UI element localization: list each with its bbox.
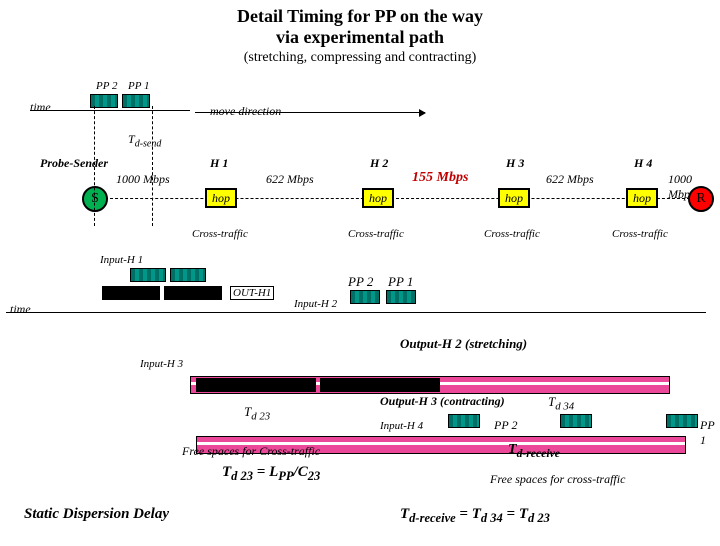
hop-h4: hop [626,188,658,208]
vguide-s2 [152,106,153,226]
pp1-mid: PP 1 [388,274,413,290]
free-spaces-1: Free spaces for Cross-traffic [182,444,320,459]
link1-label: 1000 Mbps [116,172,170,187]
output-h3-label: Output-H 3 (contracting) [380,394,505,409]
outh3-pp2 [196,378,316,392]
static-dispersion-delay: Static Dispersion Delay [24,506,169,523]
outh3-pp1 [320,378,440,392]
hop-h1: hop [205,188,237,208]
free-spaces-2: Free spaces for cross-traffic [490,472,625,487]
pp2-label-top: PP 2 [96,80,118,92]
input-h3-label: Input-H 3 [140,358,183,370]
h2-label: H 2 [370,156,388,171]
hop-h2: hop [362,188,394,208]
vguide-s [94,106,95,226]
h3-label: H 3 [506,156,524,171]
output-h2-label: Output-H 2 (stretching) [400,336,527,352]
pp2-mid: PP 2 [348,274,373,290]
cross-traffic-2: Cross-traffic [348,228,404,240]
inh2-pp1 [386,290,416,304]
cross-traffic-3: Cross-traffic [484,228,540,240]
outh1-pp2 [102,286,160,300]
eq-td-receive: Td-receive = Td 34 = Td 23 [400,506,550,526]
pp1-label-top: PP 1 [128,80,150,92]
td23-label: Td 23 [244,404,270,423]
h1-label: H 1 [210,156,228,171]
h4-label: H 4 [634,156,652,171]
input-h4-label: Input-H 4 [380,420,423,432]
input-h2-label: Input-H 2 [294,298,337,310]
inh4-pp1 [666,414,698,428]
cross-traffic-1: Cross-traffic [192,228,248,240]
title-line1: Detail Timing for PP on the way [0,6,720,27]
sender-node: S [82,186,108,212]
pp2-bottom: PP 2 [494,418,517,433]
link2-label: 622 Mbps [266,172,314,187]
inh4-pp2 [448,414,480,428]
pp1-bottom: PP 1 [700,418,720,448]
pp1-block-top [122,94,150,108]
receiver-node: R [688,186,714,212]
hop-h3: hop [498,188,530,208]
subtitle: (stretching, compressing and contracting… [0,50,720,66]
link4-label: 622 Mbps [546,172,594,187]
time-label-top: time [30,100,51,115]
time-label-mid: time [10,302,31,317]
cross-traffic-4: Cross-traffic [612,228,668,240]
td34-label: Td 34 [548,394,574,413]
time-axis-mid [6,312,706,313]
title-line2: via experimental path [0,27,720,48]
path-line [100,198,690,199]
outh1-pp1 [164,286,222,300]
probe-sender-label: Probe-Sender [40,156,108,171]
inh2-pp2 [350,290,380,304]
inh1-pp1 [170,268,206,282]
time-axis-top [30,110,190,111]
td-send-label: Td-send [128,132,161,149]
eq-td23: Td 23 = LPP/C23 [222,464,320,484]
input-h1-label: Input-H 1 [100,254,143,266]
td-receive-label: Td-receive [508,442,560,460]
move-direction-arrow [195,112,425,113]
inh4-mid [560,414,592,428]
link3-label: 155 Mbps [412,170,468,186]
out-h1-label: OUT-H1 [230,286,274,300]
inh1-pp2 [130,268,166,282]
